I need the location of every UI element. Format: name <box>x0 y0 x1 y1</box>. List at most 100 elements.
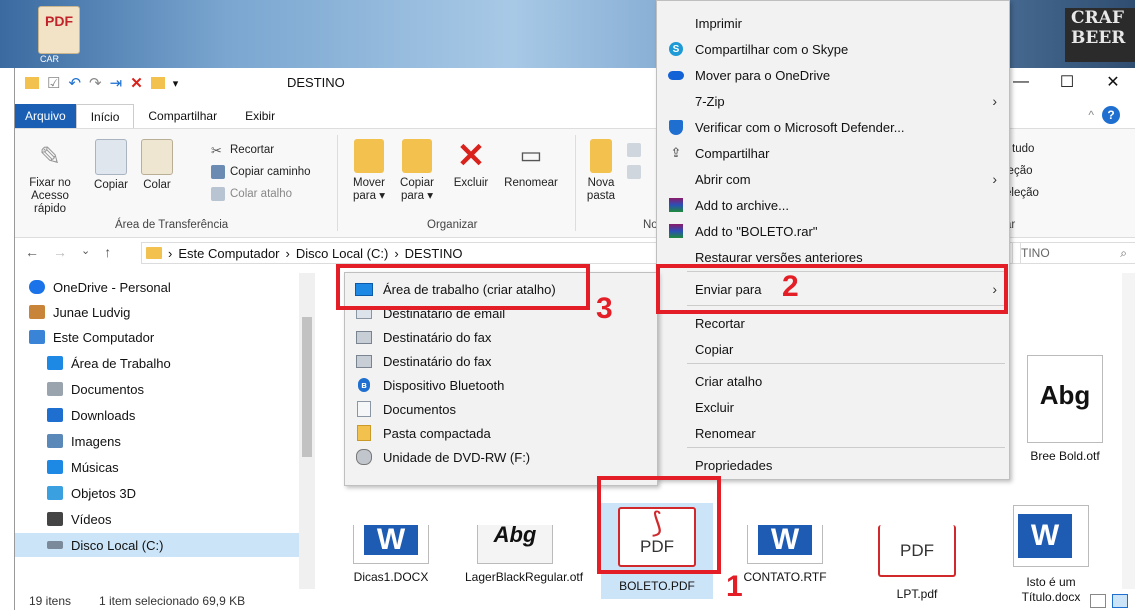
new-folder-small-icon[interactable] <box>150 77 165 89</box>
nav-item-area-de-trabalho[interactable]: Área de Trabalho <box>47 351 171 375</box>
step-number-2: 2 <box>782 270 799 303</box>
pdf-file-icon: PDF <box>878 525 956 577</box>
pictures-icon <box>47 434 63 448</box>
menu-item-imprimir[interactable]: Imprimir <box>657 11 1009 35</box>
submenu-item-bluetooth[interactable]: ʙ Dispositivo Bluetooth <box>345 373 657 397</box>
close-button[interactable]: ✕ <box>1090 68 1135 96</box>
tab-arquivo[interactable]: Arquivo <box>15 104 76 128</box>
up-arrow-icon[interactable]: ↑ <box>104 244 111 260</box>
easy-access-icon <box>627 165 641 179</box>
help-icon[interactable]: ? <box>1102 106 1120 124</box>
cut-button[interactable]: ✂ Recortar <box>211 143 274 158</box>
submenu-item-fax[interactable]: Destinatário do fax <box>345 325 657 349</box>
nav-scrollbar[interactable] <box>299 273 315 589</box>
nav-item-user[interactable]: Junae Ludvig <box>29 300 130 324</box>
forward-arrow-icon[interactable]: → <box>53 244 67 260</box>
menu-item-copiar[interactable]: Copiar <box>657 337 1009 361</box>
tab-inicio[interactable]: Início <box>75 103 135 129</box>
group-separator <box>337 135 338 231</box>
nav-item-videos[interactable]: Vídeos <box>47 507 111 531</box>
desktop-icon <box>47 356 63 370</box>
easy-access-button[interactable] <box>627 165 641 179</box>
rename-button[interactable]: ▭ Renomear <box>499 139 563 190</box>
menu-item-propriedades[interactable]: Propriedades <box>657 453 1009 477</box>
breadcrumb-destino[interactable]: DESTINO <box>405 246 463 261</box>
menu-item-onedrive[interactable]: Mover para o OneDrive <box>657 63 1009 87</box>
file-item-lagerblack[interactable]: Abg LagerBlackRegular.otf <box>465 524 583 585</box>
details-view-icon[interactable] <box>1090 594 1106 608</box>
submenu-item-documentos[interactable]: Documentos <box>345 397 657 421</box>
invert-selection-button[interactable]: eleção <box>1005 187 1039 199</box>
nav-item-objetos-3d[interactable]: Objetos 3D <box>47 481 136 505</box>
breadcrumb-disco-local[interactable]: Disco Local (C:) <box>296 246 388 261</box>
pin-quick-access-button[interactable]: ✎ Fixar no Acesso rápido <box>19 139 81 216</box>
delete-button[interactable]: ✕ Excluir <box>449 139 493 190</box>
new-item-button[interactable] <box>627 143 641 157</box>
breadcrumb-este-computador[interactable]: Este Computador <box>178 246 279 261</box>
tab-exibir[interactable]: Exibir <box>231 104 289 128</box>
nav-item-documentos[interactable]: Documentos <box>47 377 144 401</box>
maximize-button[interactable]: ☐ <box>1044 68 1090 96</box>
menu-item-add-to-boleto-rar[interactable]: Add to "BOLETO.rar" <box>657 219 1009 243</box>
menu-item-defender[interactable]: Verificar com o Microsoft Defender... <box>657 115 1009 139</box>
menu-item-criar-atalho[interactable]: Criar atalho <box>657 369 1009 393</box>
search-box[interactable]: TINO ⌕ <box>1012 242 1135 264</box>
zip-folder-icon <box>355 425 373 441</box>
new-folder-icon <box>590 139 612 173</box>
menu-item-renomear[interactable]: Renomear <box>657 421 1009 445</box>
computer-icon <box>29 330 45 344</box>
menu-item-recortar[interactable]: Recortar <box>657 311 1009 335</box>
redo-icon[interactable]: ↷ <box>89 74 102 92</box>
copy-path-button[interactable]: Copiar caminho <box>211 165 311 179</box>
nav-item-musicas[interactable]: Músicas <box>47 455 119 479</box>
back-arrow-icon[interactable]: ← <box>25 244 39 260</box>
submenu-item-dvd[interactable]: Unidade de DVD-RW (F:) <box>345 445 657 469</box>
ribbon-collapse-icon[interactable]: ^ <box>1088 108 1094 122</box>
winrar-icon <box>667 197 685 213</box>
menu-item-7zip[interactable]: 7-Zip › <box>657 89 1009 113</box>
nav-item-imagens[interactable]: Imagens <box>47 429 121 453</box>
rename-small-icon[interactable]: ⇥ <box>110 74 123 92</box>
paste-button[interactable]: Colar <box>135 139 179 192</box>
customize-toolbar-icon[interactable]: ▾ <box>173 77 179 90</box>
new-folder-button[interactable]: Nova pasta <box>581 139 621 203</box>
recent-chevron-icon[interactable]: ⌄ <box>81 244 90 260</box>
file-item-contato[interactable]: W CONTATO.RTF <box>735 525 835 585</box>
menu-item-abrir-com[interactable]: Abrir com › <box>657 167 1009 191</box>
desktop-pdf-file-icon[interactable]: PDF <box>38 6 80 54</box>
submenu-item-fax[interactable]: Destinatário do fax <box>345 349 657 373</box>
large-icons-view-icon[interactable] <box>1112 594 1128 608</box>
file-scrollbar[interactable] <box>1122 273 1135 589</box>
move-to-button[interactable]: Mover para ▾ <box>347 139 391 203</box>
item-count: 19 itens <box>29 594 72 608</box>
delete-small-icon[interactable]: ✕ <box>130 74 143 92</box>
pin-icon: ✎ <box>39 141 61 171</box>
folder-icon <box>146 247 162 259</box>
properties-icon[interactable]: ☑ <box>47 74 60 92</box>
copy-to-button[interactable]: Copiar para ▾ <box>395 139 439 203</box>
nav-item-disco-local[interactable]: Disco Local (C:) <box>15 533 299 557</box>
nav-item-este-computador[interactable]: Este Computador <box>29 325 154 349</box>
submenu-item-pasta-compactada[interactable]: Pasta compactada <box>345 421 657 445</box>
copy-icon <box>95 139 127 175</box>
menu-item-add-to-archive[interactable]: Add to archive... <box>657 193 1009 217</box>
copy-button[interactable]: Copiar <box>89 139 133 192</box>
file-item-lpt[interactable]: PDF LPT.pdf <box>867 525 967 602</box>
step-number-1: 1 <box>726 570 743 603</box>
breadcrumb-separator: › <box>168 245 173 261</box>
nav-item-onedrive[interactable]: OneDrive - Personal <box>29 275 171 299</box>
undo-icon[interactable]: ↶ <box>68 74 81 92</box>
defender-shield-icon <box>667 119 685 135</box>
file-item-bree-bold[interactable]: Abg Bree Bold.otf <box>1015 355 1115 464</box>
menu-item-excluir[interactable]: Excluir <box>657 395 1009 419</box>
paste-shortcut-icon <box>211 187 225 201</box>
scrollbar-thumb[interactable] <box>302 317 312 457</box>
documents-icon <box>47 382 63 396</box>
menu-item-skype[interactable]: S Compartilhar com o Skype <box>657 37 1009 61</box>
nav-item-downloads[interactable]: Downloads <box>47 403 135 427</box>
tab-compartilhar[interactable]: Compartilhar <box>134 104 231 128</box>
file-item-isto-e-um-titulo[interactable]: W Isto é um Título.docx <box>1001 505 1101 605</box>
file-item-dicas1[interactable]: W Dicas1.DOCX <box>341 525 441 585</box>
paste-shortcut-button[interactable]: Colar atalho <box>211 187 292 201</box>
menu-item-compartilhar[interactable]: ⇪ Compartilhar <box>657 141 1009 165</box>
